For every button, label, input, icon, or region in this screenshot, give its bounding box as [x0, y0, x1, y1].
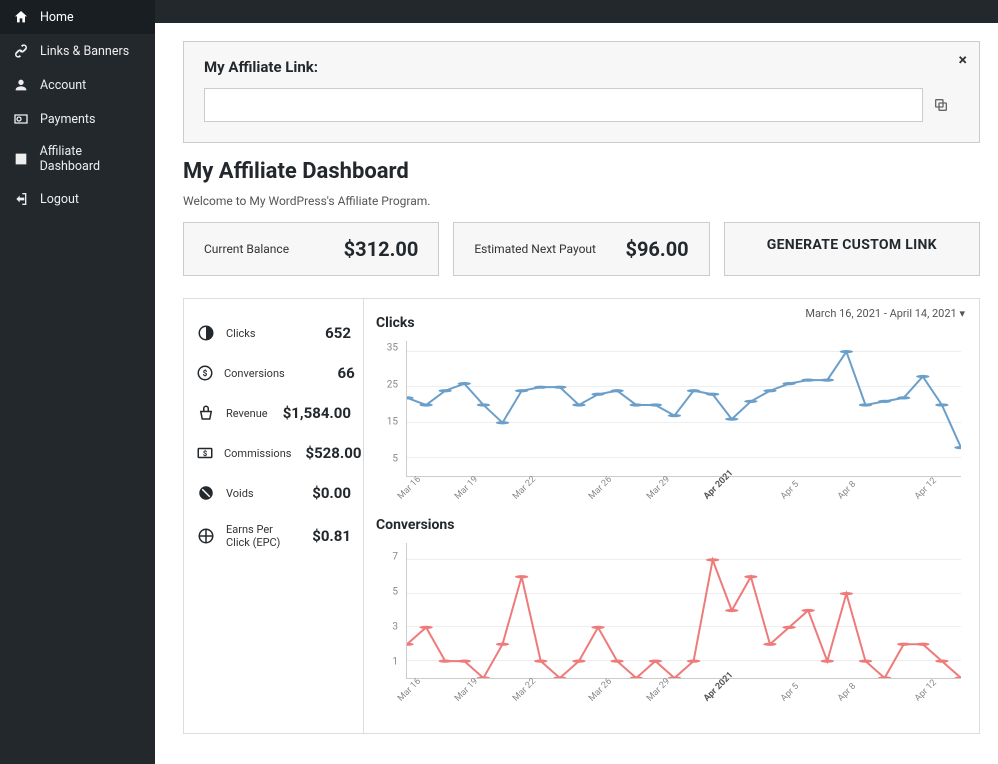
metric-value: $0.00 [291, 484, 351, 502]
sidebar-item-label: Affiliate Dashboard [40, 144, 143, 174]
svg-text:$: $ [203, 368, 208, 379]
metric-conversions: $ Conversions 66 [196, 353, 351, 393]
close-icon[interactable]: × [959, 50, 968, 69]
logout-icon [12, 190, 30, 208]
sidebar-item-links-banners[interactable]: Links & Banners [0, 34, 155, 68]
metric-label: Clicks [226, 327, 281, 340]
metric-voids: Voids $0.00 [196, 473, 351, 513]
metric-label: Conversions [224, 367, 285, 380]
svg-text:$: $ [203, 449, 207, 458]
home-icon [12, 8, 30, 26]
metric-label: Commissions [224, 447, 291, 460]
payout-value: $96.00 [625, 237, 688, 261]
date-range-picker[interactable]: March 16, 2021 - April 14, 2021 ▾ [805, 307, 965, 320]
affiliate-link-box: × My Affiliate Link: [183, 41, 980, 143]
topbar [155, 0, 998, 23]
affiliate-link-input[interactable] [204, 88, 923, 122]
chart-clicks: 5152535Mar 16Mar 19Mar 22Mar 26Mar 29Apr… [376, 337, 967, 507]
conversions-icon: $ [196, 363, 214, 383]
sidebar-item-label: Account [40, 78, 86, 93]
revenue-icon [196, 403, 216, 423]
metric-commissions: $ Commissions $528.00 [196, 433, 351, 473]
commissions-icon: $ [196, 443, 214, 463]
copy-icon[interactable] [923, 88, 959, 122]
sidebar-item-label: Links & Banners [40, 44, 129, 59]
sidebar-item-label: Payments [40, 112, 95, 127]
metric-label: Voids [226, 487, 281, 500]
metric-value: 66 [295, 364, 355, 382]
payout-card: Estimated Next Payout $96.00 [453, 222, 709, 276]
balance-label: Current Balance [204, 242, 289, 256]
generate-custom-link-button[interactable]: GENERATE CUSTOM LINK [724, 222, 980, 276]
sidebar-item-label: Logout [40, 192, 79, 207]
metric-label: Earns Per Click (EPC) [226, 523, 281, 549]
sidebar-item-affiliate-dashboard[interactable]: Affiliate Dashboard [0, 136, 155, 182]
metric-epc: Earns Per Click (EPC) $0.81 [196, 513, 351, 559]
link-icon [12, 42, 30, 60]
metric-clicks: Clicks 652 [196, 313, 351, 353]
sidebar-item-account[interactable]: Account [0, 68, 155, 102]
balance-card: Current Balance $312.00 [183, 222, 439, 276]
metric-label: Revenue [226, 407, 273, 420]
payout-label: Estimated Next Payout [474, 242, 596, 256]
sidebar: Home Links & Banners Account Payments Af… [0, 0, 155, 764]
link-box-title: My Affiliate Link: [204, 58, 959, 76]
sidebar-item-payments[interactable]: Payments [0, 102, 155, 136]
sidebar-item-logout[interactable]: Logout [0, 182, 155, 216]
sidebar-item-label: Home [40, 10, 74, 25]
metric-value: $1,584.00 [283, 404, 351, 422]
metric-value: $528.00 [301, 444, 361, 462]
user-icon [12, 76, 30, 94]
chart-conversions: 1357Mar 16Mar 19Mar 22Mar 26Mar 29Apr 20… [376, 539, 967, 709]
page-title: My Affiliate Dashboard [183, 159, 980, 184]
chart-title-conversions: Conversions [376, 517, 967, 533]
dashboard-icon [12, 150, 30, 168]
clicks-icon [196, 323, 216, 343]
metrics-column: Clicks 652 $ Conversions 66 Revenue $1,5… [184, 299, 364, 733]
metric-value: $0.81 [291, 527, 351, 545]
voids-icon [196, 483, 216, 503]
welcome-text: Welcome to My WordPress's Affiliate Prog… [183, 194, 980, 208]
dashboard-panel: Clicks 652 $ Conversions 66 Revenue $1,5… [183, 298, 980, 734]
epc-icon [196, 526, 216, 546]
metric-revenue: Revenue $1,584.00 [196, 393, 351, 433]
money-icon [12, 110, 30, 128]
balance-value: $312.00 [344, 237, 419, 261]
metric-value: 652 [291, 324, 351, 342]
chevron-down-icon: ▾ [959, 307, 965, 320]
sidebar-item-home[interactable]: Home [0, 0, 155, 34]
date-range-label: March 16, 2021 - April 14, 2021 [805, 307, 956, 320]
